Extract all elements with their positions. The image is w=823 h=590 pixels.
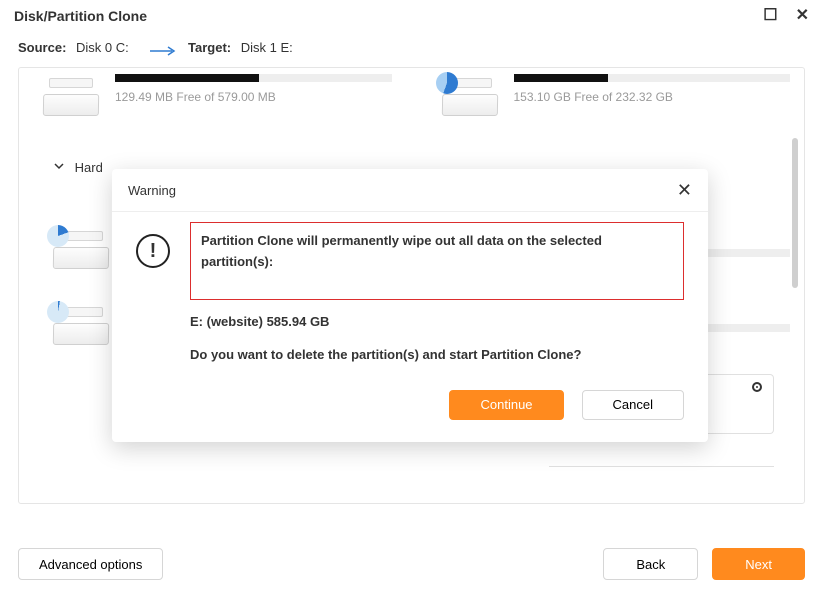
dialog-question: Do you want to delete the partition(s) a… — [190, 347, 684, 362]
highlight-box: Partition Clone will permanently wipe ou… — [190, 222, 684, 300]
dialog-title: Warning — [128, 183, 176, 198]
modal-overlay: Warning ✕ ! Partition Clone will permane… — [0, 0, 823, 590]
warning-dialog: Warning ✕ ! Partition Clone will permane… — [112, 169, 708, 442]
warning-icon: ! — [136, 234, 170, 268]
dialog-close-icon[interactable]: ✕ — [677, 181, 692, 199]
cancel-button[interactable]: Cancel — [582, 390, 684, 420]
dialog-partition: E: (website) 585.94 GB — [190, 314, 684, 329]
dialog-message: Partition Clone will permanently wipe ou… — [201, 231, 673, 273]
continue-button[interactable]: Continue — [449, 390, 563, 420]
